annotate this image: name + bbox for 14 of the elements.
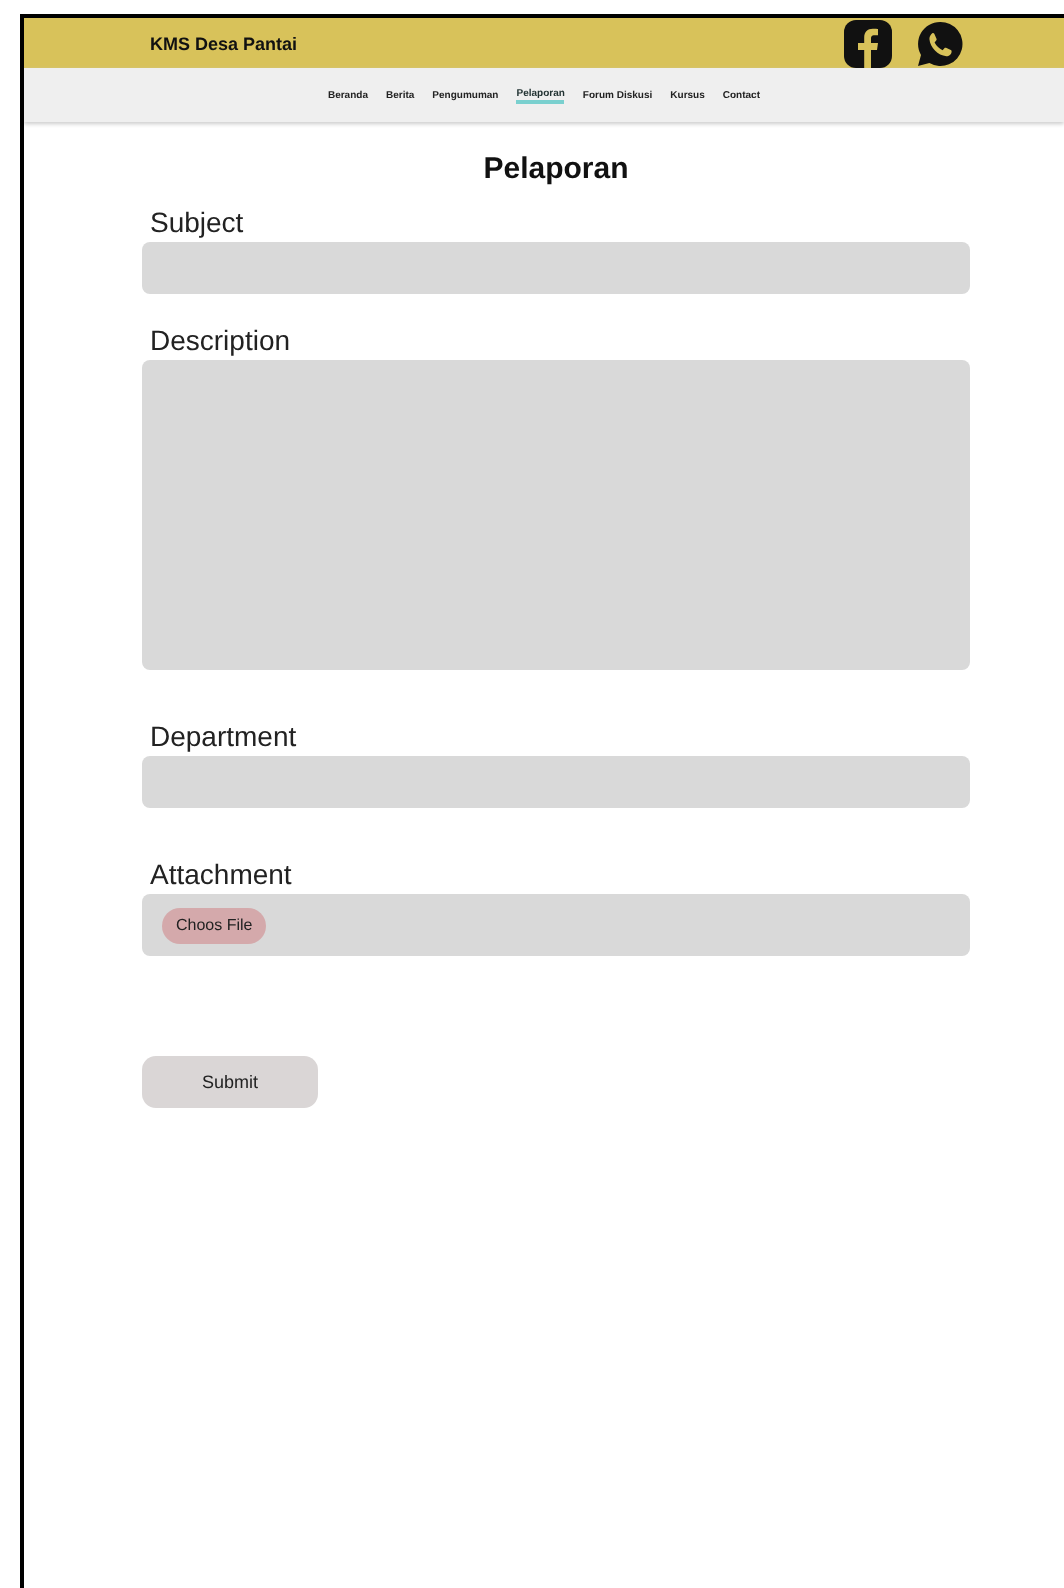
field-label: Description (148, 324, 293, 356)
site-title: KMS Desa Pantai (150, 33, 298, 53)
input-field[interactable] (142, 756, 970, 808)
facebook-icon[interactable] (844, 19, 892, 67)
input-field[interactable] (142, 242, 970, 294)
submit-button[interactable]: Submit (142, 1056, 318, 1108)
text-area[interactable] (142, 360, 970, 670)
field-label: Subject (148, 206, 246, 238)
choose-file-button[interactable]: Choos File (162, 907, 267, 943)
field-label: Attachment (148, 858, 294, 890)
field-label: Department (148, 720, 299, 752)
file-field[interactable]: Choos File (142, 894, 970, 956)
whatsapp-icon[interactable] (916, 19, 964, 67)
page-title: Pelaporan (481, 152, 631, 186)
